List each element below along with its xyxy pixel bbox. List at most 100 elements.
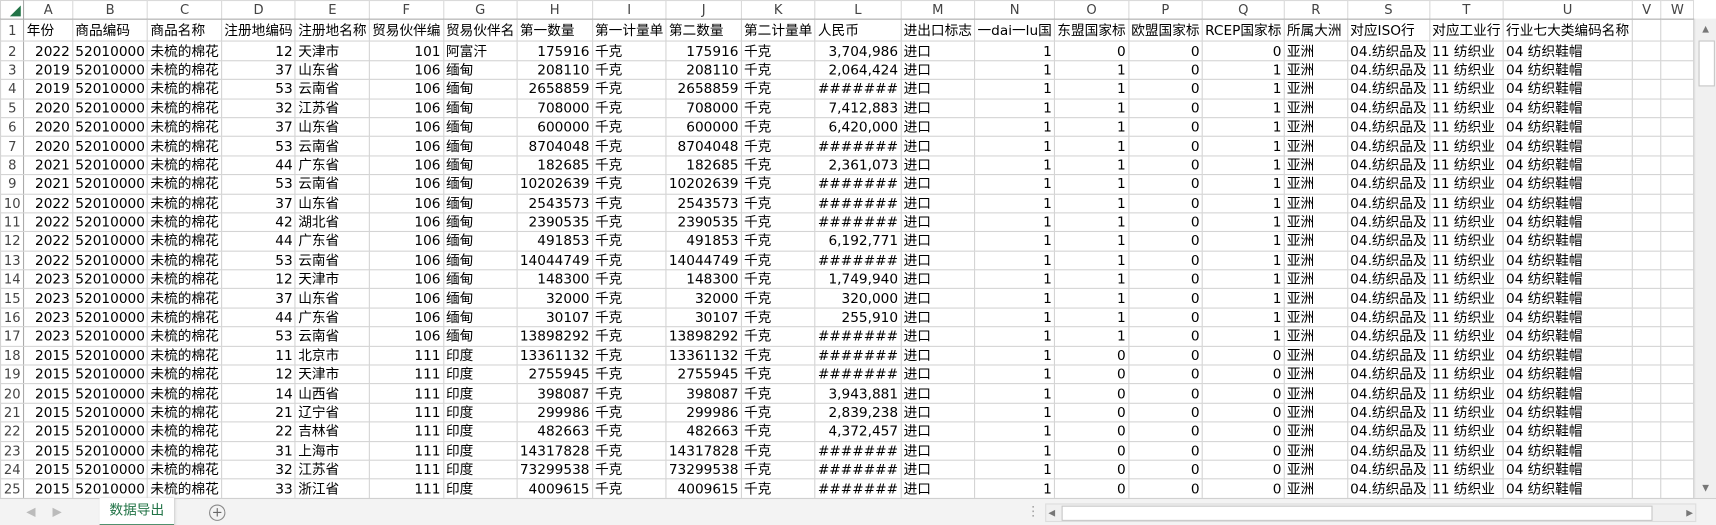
cell-G2[interactable]: 阿富汗: [442, 40, 518, 62]
cell-P11[interactable]: 0: [1127, 212, 1203, 233]
cell-P3[interactable]: 0: [1127, 59, 1203, 81]
cell-R7[interactable]: 亚洲: [1283, 136, 1348, 157]
cell-P19[interactable]: 0: [1127, 364, 1203, 385]
cell-Q25[interactable]: 0: [1201, 478, 1285, 498]
cell-W5[interactable]: [1660, 98, 1695, 119]
cell-V14[interactable]: [1631, 269, 1662, 290]
cell-U11[interactable]: 04 纺织鞋帽: [1502, 212, 1633, 233]
cell-S20[interactable]: 04.纺织品及: [1346, 383, 1430, 404]
cell-B10[interactable]: 52010000: [72, 193, 149, 214]
cell-C10[interactable]: 未梳的棉花: [147, 193, 223, 214]
cell-H22[interactable]: 482663: [516, 421, 593, 442]
cell-A7[interactable]: 2020: [23, 136, 74, 157]
cell-Q14[interactable]: 1: [1201, 269, 1285, 290]
cell-B6[interactable]: 52010000: [72, 117, 149, 138]
column-header-I[interactable]: I: [591, 0, 667, 21]
cell-K20[interactable]: 千克: [740, 383, 816, 404]
cell-W22[interactable]: [1660, 421, 1695, 442]
cell-U14[interactable]: 04 纺织鞋帽: [1502, 269, 1633, 290]
cell-Q9[interactable]: 1: [1201, 174, 1285, 195]
cell-V22[interactable]: [1631, 421, 1662, 442]
cell-E6[interactable]: 山东省: [294, 117, 370, 138]
column-header-R[interactable]: R: [1283, 0, 1348, 21]
row-header[interactable]: 3: [0, 59, 25, 81]
cell-N22[interactable]: 1: [974, 421, 1056, 442]
cell-H23[interactable]: 14317828: [516, 440, 593, 461]
cell-E10[interactable]: 山东省: [294, 193, 370, 214]
cell-O17[interactable]: 1: [1054, 326, 1130, 347]
cell-W20[interactable]: [1660, 383, 1695, 404]
header-cell[interactable]: 贸易伙伴名: [442, 19, 518, 43]
cell-H24[interactable]: 73299538: [516, 459, 593, 480]
cell-D19[interactable]: 12: [221, 364, 296, 385]
cell-G10[interactable]: 缅甸: [442, 193, 518, 214]
cell-R22[interactable]: 亚洲: [1283, 421, 1348, 442]
cell-G4[interactable]: 缅甸: [442, 78, 518, 100]
cell-C23[interactable]: 未梳的棉花: [147, 440, 223, 461]
cell-S21[interactable]: 04.纺织品及: [1346, 402, 1430, 423]
cell-U5[interactable]: 04 纺织鞋帽: [1502, 98, 1633, 119]
cell-B11[interactable]: 52010000: [72, 212, 149, 233]
cell-R8[interactable]: 亚洲: [1283, 155, 1348, 176]
cell-R18[interactable]: 亚洲: [1283, 345, 1348, 366]
header-cell[interactable]: 商品名称: [147, 19, 223, 43]
cell-C2[interactable]: 未梳的棉花: [147, 40, 223, 62]
cell-G18[interactable]: 印度: [442, 345, 518, 366]
cell-P16[interactable]: 0: [1127, 307, 1203, 328]
cell-L22[interactable]: 4,372,457: [814, 421, 902, 442]
cell-S15[interactable]: 04.纺织品及: [1346, 288, 1430, 309]
cell-K14[interactable]: 千克: [740, 269, 816, 290]
cell-R11[interactable]: 亚洲: [1283, 212, 1348, 233]
cell-T17[interactable]: 11 纺织业: [1428, 326, 1504, 347]
cell-V23[interactable]: [1631, 440, 1662, 461]
header-cell[interactable]: 第一数量: [516, 19, 593, 43]
cell-A17[interactable]: 2023: [23, 326, 74, 347]
cell-P6[interactable]: 0: [1127, 117, 1203, 138]
cell-A10[interactable]: 2022: [23, 193, 74, 214]
cell-J2[interactable]: 175916: [665, 40, 742, 62]
cell-N13[interactable]: 1: [974, 250, 1056, 271]
cell-K22[interactable]: 千克: [740, 421, 816, 442]
cell-G15[interactable]: 缅甸: [442, 288, 518, 309]
cell-H12[interactable]: 491853: [516, 231, 593, 252]
cell-H13[interactable]: 14044749: [516, 250, 593, 271]
cell-M20[interactable]: 进口: [900, 383, 976, 404]
cell-N4[interactable]: 1: [974, 78, 1056, 100]
cell-U19[interactable]: 04 纺织鞋帽: [1502, 364, 1633, 385]
cell-T2[interactable]: 11 纺织业: [1428, 40, 1504, 62]
cell-E22[interactable]: 吉林省: [294, 421, 370, 442]
cell-O12[interactable]: 1: [1054, 231, 1130, 252]
cell-R13[interactable]: 亚洲: [1283, 250, 1348, 271]
cell-E24[interactable]: 江苏省: [294, 459, 370, 480]
chevron-left-icon[interactable]: ◀: [26, 505, 35, 519]
cell-B7[interactable]: 52010000: [72, 136, 149, 157]
cell-O20[interactable]: 0: [1054, 383, 1130, 404]
cell-V8[interactable]: [1631, 155, 1662, 176]
cell-C4[interactable]: 未梳的棉花: [147, 78, 223, 100]
header-cell[interactable]: 第二计量单: [740, 19, 816, 43]
cell-R14[interactable]: 亚洲: [1283, 269, 1348, 290]
cell-K19[interactable]: 千克: [740, 364, 816, 385]
cell-J20[interactable]: 398087: [665, 383, 742, 404]
cell-K18[interactable]: 千克: [740, 345, 816, 366]
cell-C17[interactable]: 未梳的棉花: [147, 326, 223, 347]
cell-D6[interactable]: 37: [221, 117, 296, 138]
scroll-left-icon[interactable]: ◀: [1048, 505, 1055, 521]
cell-P9[interactable]: 0: [1127, 174, 1203, 195]
cell-D2[interactable]: 12: [221, 40, 296, 62]
cell-B17[interactable]: 52010000: [72, 326, 149, 347]
cell-L8[interactable]: 2,361,073: [814, 155, 902, 176]
cell-L25[interactable]: #######: [814, 478, 902, 498]
cell-V16[interactable]: [1631, 307, 1662, 328]
cell-O13[interactable]: 1: [1054, 250, 1130, 271]
cell-T4[interactable]: 11 纺织业: [1428, 78, 1504, 100]
cell-P8[interactable]: 0: [1127, 155, 1203, 176]
cell-K9[interactable]: 千克: [740, 174, 816, 195]
column-header-F[interactable]: F: [368, 0, 444, 21]
cell-B15[interactable]: 52010000: [72, 288, 149, 309]
cell-W6[interactable]: [1660, 117, 1695, 138]
cell-F7[interactable]: 106: [368, 136, 444, 157]
cell-J25[interactable]: 4009615: [665, 478, 742, 498]
cell-B21[interactable]: 52010000: [72, 402, 149, 423]
cell-Q7[interactable]: 1: [1201, 136, 1285, 157]
